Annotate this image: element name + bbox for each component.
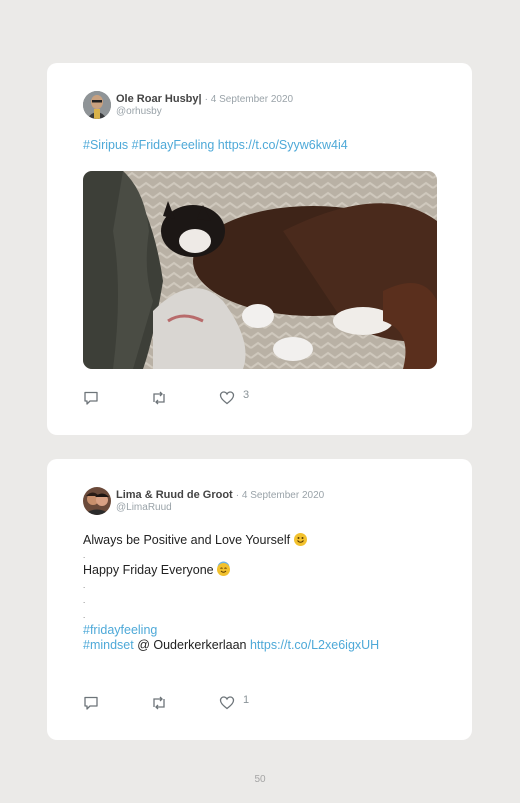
halo-emoji <box>217 563 231 576</box>
dot-separator: . <box>83 611 86 620</box>
dot-separator: . <box>83 551 86 560</box>
comment-icon[interactable] <box>83 390 99 406</box>
heart-icon[interactable] <box>219 695 235 711</box>
author-suffix: | <box>198 93 202 105</box>
location-text: @ Ouderkerkerlaan <box>137 638 247 652</box>
tweet-card: Ole Roar Husby| · 4 September 2020 @orhu… <box>47 63 472 435</box>
hashtag-link[interactable]: #mindset <box>83 638 134 652</box>
tweet-date[interactable]: · 4 September 2020 <box>236 490 324 501</box>
heart-icon[interactable] <box>219 390 235 406</box>
tweet-text: #Siripus #FridayFeeling https://t.co/Syy… <box>83 138 348 153</box>
tweet-url-link[interactable]: https://t.co/Syyw6kw4i4 <box>218 138 348 152</box>
tweet-url-link[interactable]: https://t.co/L2xe6igxUH <box>250 638 379 652</box>
dot-separator: . <box>83 581 86 590</box>
tweet-line: #mindset @ Ouderkerkerlaan https://t.co/… <box>83 638 379 653</box>
tweet-text: Always be Positive and Love Yourself . H… <box>83 533 379 653</box>
hashtags-link[interactable]: #Siripus #FridayFeeling <box>83 138 214 152</box>
author-name[interactable]: Ole Roar Husby <box>116 93 199 105</box>
like-count: 1 <box>243 694 250 706</box>
author-line: Ole Roar Husby| · 4 September 2020 <box>116 93 293 105</box>
author-avatar[interactable] <box>83 487 111 515</box>
tweet-actions: 1 <box>83 694 283 711</box>
author-handle[interactable]: @orhusby <box>116 106 162 117</box>
like-count: 3 <box>243 389 250 401</box>
tweet-line-text: Happy Friday Everyone <box>83 563 214 577</box>
tweet-date[interactable]: · 4 September 2020 <box>205 94 293 105</box>
smiley-emoji <box>293 533 307 546</box>
cat-photo <box>83 171 437 369</box>
avatar-image <box>83 91 111 119</box>
tweet-card: Lima & Ruud de Groot · 4 September 2020 … <box>47 459 472 740</box>
tweet-actions: 3 <box>83 389 283 406</box>
retweet-icon[interactable] <box>150 695 168 711</box>
tweet-line-text: Always be Positive and Love Yourself <box>83 533 291 547</box>
tweet-line: Always be Positive and Love Yourself <box>83 533 379 548</box>
hashtag-link[interactable]: #fridayfeeling <box>83 623 379 638</box>
author-handle[interactable]: @LimaRuud <box>116 502 172 513</box>
tweet-photo[interactable] <box>83 171 437 369</box>
author-avatar[interactable] <box>83 91 111 119</box>
avatar-image <box>83 487 111 515</box>
comment-icon[interactable] <box>83 695 99 711</box>
author-line: Lima & Ruud de Groot · 4 September 2020 <box>116 489 324 501</box>
retweet-icon[interactable] <box>150 390 168 406</box>
author-name[interactable]: Lima & Ruud de Groot <box>116 489 233 501</box>
tweet-line: Happy Friday Everyone <box>83 563 379 578</box>
dot-separator: . <box>83 596 86 605</box>
page-number: 50 <box>254 774 266 785</box>
